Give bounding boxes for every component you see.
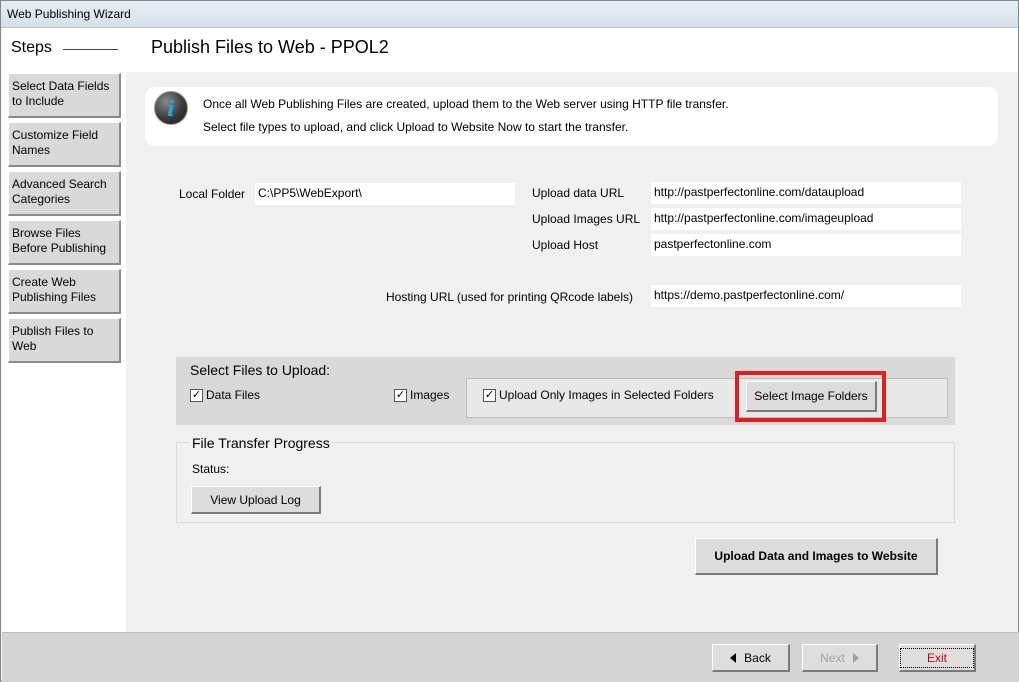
- step-advanced-search-categories[interactable]: Advanced Search Categories: [8, 171, 121, 216]
- upload-to-website-button[interactable]: Upload Data and Images to Website: [695, 538, 938, 575]
- checkmark-icon: ✓: [394, 388, 407, 402]
- step-create-web-files[interactable]: Create Web Publishing Files: [8, 269, 121, 314]
- upload-images-url-label: Upload Images URL: [532, 212, 641, 226]
- hosting-url-field[interactable]: https://demo.pastperfectonline.com/: [651, 285, 961, 307]
- view-upload-log-button[interactable]: View Upload Log: [191, 486, 321, 514]
- status-label: Status:: [192, 462, 230, 476]
- step-publish-files[interactable]: Publish Files to Web: [8, 318, 121, 363]
- step-customize-field-names[interactable]: Customize Field Names: [8, 122, 121, 167]
- back-button[interactable]: Back: [712, 644, 790, 672]
- upload-host-field[interactable]: pastperfectonline.com: [651, 234, 961, 256]
- upload-images-url-field[interactable]: http://pastperfectonline.com/imageupload: [651, 208, 961, 230]
- hosting-url-label: Hosting URL (used for printing QRcode la…: [386, 290, 634, 304]
- checkmark-icon: ✓: [190, 388, 203, 402]
- steps-sidebar: Steps Select Data Fields to Include Cust…: [2, 28, 126, 632]
- steps-heading: Steps: [11, 39, 52, 56]
- only-selected-folders-checkbox[interactable]: ✓ Upload Only Images in Selected Folders: [483, 388, 714, 402]
- next-button[interactable]: Next: [802, 644, 878, 672]
- exit-label: Exit: [900, 647, 975, 668]
- page-header: Publish Files to Web - PPOL2: [126, 28, 1018, 72]
- info-box: i Once all Web Publishing Files are crea…: [145, 87, 998, 146]
- info-line-1: Once all Web Publishing Files are create…: [203, 97, 729, 111]
- steps-divider: [63, 49, 118, 50]
- arrow-right-icon: [852, 652, 859, 663]
- select-files-title: Select Files to Upload:: [190, 362, 331, 378]
- window-titlebar: Web Publishing Wizard: [1, 1, 1018, 28]
- main-panel: Publish Files to Web - PPOL2 i Once all …: [126, 28, 1018, 632]
- local-folder-label: Local Folder: [179, 187, 246, 201]
- page-title: Publish Files to Web - PPOL2: [151, 37, 389, 57]
- upload-host-label: Upload Host: [532, 238, 599, 252]
- wizard-footer: Back Next Exit: [2, 632, 1019, 682]
- wizard-window: Web Publishing Wizard Steps Select Data …: [0, 0, 1019, 682]
- arrow-left-icon: [730, 652, 737, 663]
- upload-data-url-field[interactable]: http://pastperfectonline.com/dataupload: [651, 182, 961, 204]
- data-files-checkbox[interactable]: ✓ Data Files: [190, 388, 260, 402]
- select-files-panel: Select Files to Upload: ✓ Data Files ✓ I…: [176, 357, 955, 425]
- upload-data-url-label: Upload data URL: [532, 186, 625, 200]
- file-transfer-progress-group: File Transfer Progress Status: View Uplo…: [176, 435, 955, 523]
- only-selected-folders-label: Upload Only Images in Selected Folders: [499, 388, 714, 402]
- select-image-folders-button[interactable]: Select Image Folders: [746, 381, 877, 412]
- exit-button[interactable]: Exit: [899, 644, 976, 672]
- step-browse-files[interactable]: Browse Files Before Publishing: [8, 220, 121, 265]
- images-checkbox[interactable]: ✓ Images: [394, 388, 449, 402]
- data-files-label: Data Files: [206, 388, 261, 402]
- window-title: Web Publishing Wizard: [7, 7, 131, 21]
- info-line-2: Select file types to upload, and click U…: [203, 120, 629, 134]
- local-folder-field[interactable]: C:\PP5\WebExport\: [255, 183, 515, 205]
- info-icon: i: [154, 91, 188, 125]
- back-label: Back: [744, 650, 771, 665]
- progress-title: File Transfer Progress: [190, 435, 332, 451]
- images-label: Images: [410, 388, 450, 402]
- next-label: Next: [820, 650, 845, 665]
- step-select-data-fields[interactable]: Select Data Fields to Include: [8, 73, 121, 118]
- checkmark-icon: ✓: [483, 388, 496, 402]
